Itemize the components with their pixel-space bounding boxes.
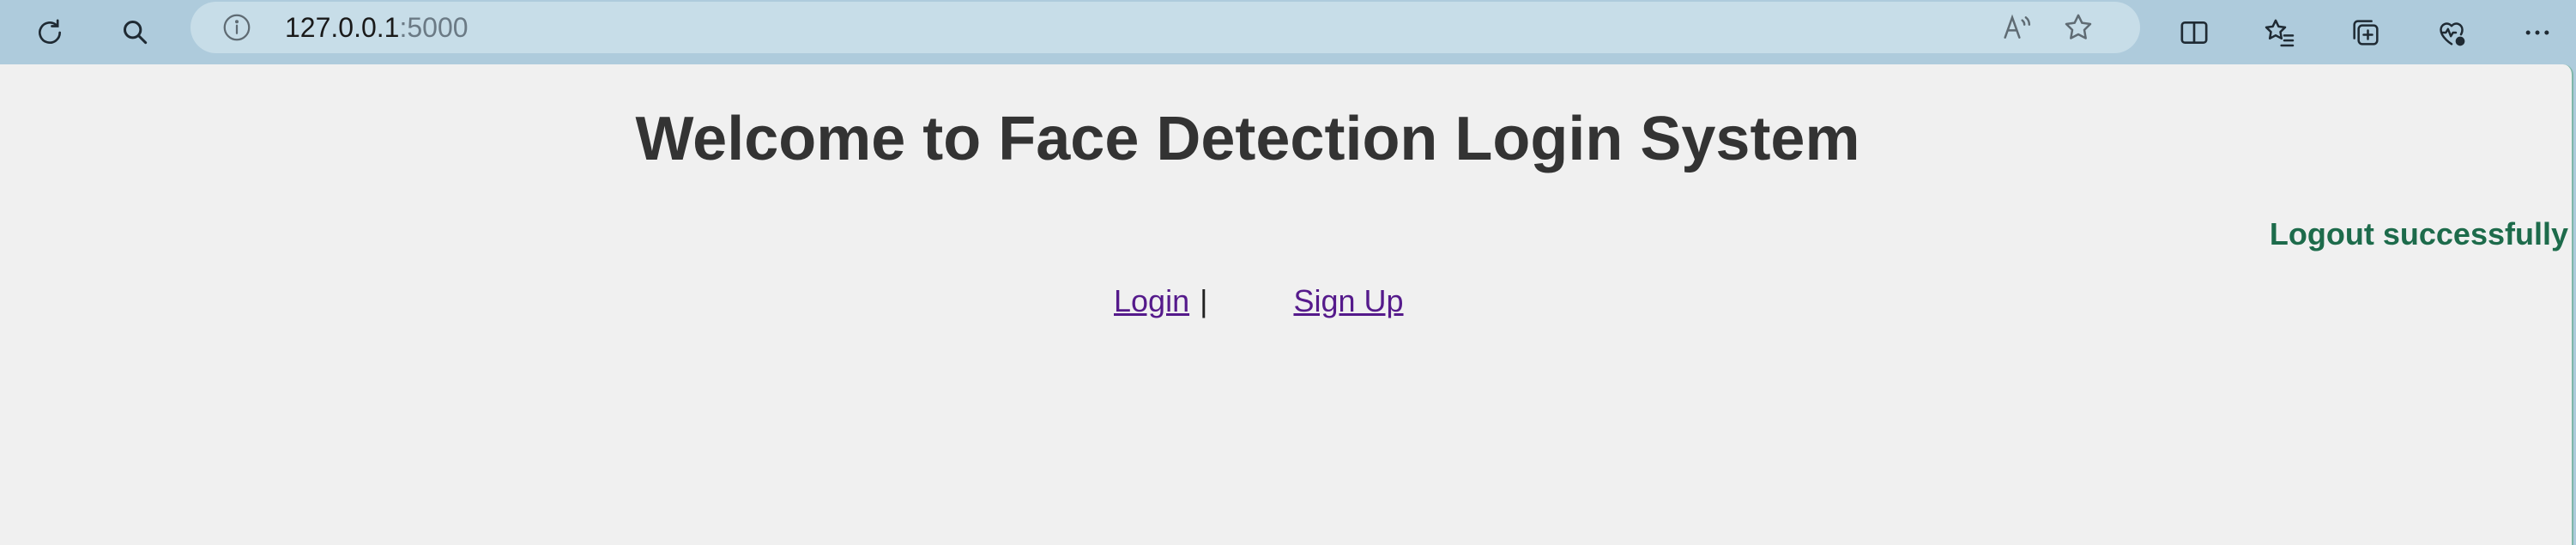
star-icon[interactable] [2061,10,2095,45]
heart-pulse-icon[interactable] [2424,5,2479,60]
url-text[interactable]: 127.0.0.1:5000 [285,10,469,45]
url-host: 127.0.0.1 [285,12,400,43]
signup-link[interactable]: Sign Up [1293,283,1403,318]
page-content: Welcome to Face Detection Login System L… [0,64,2573,545]
favorites-icon[interactable] [2252,5,2307,60]
split-screen-icon[interactable] [2167,5,2222,60]
login-link[interactable]: Login [1114,283,1189,318]
url-port: :5000 [399,12,469,43]
search-icon[interactable] [108,5,163,60]
more-icon[interactable] [2510,5,2565,60]
collections-icon[interactable] [2338,5,2393,60]
refresh-icon[interactable] [22,5,77,60]
address-bar[interactable]: 127.0.0.1:5000 [190,2,2140,53]
nav-separator: | [1200,283,1208,318]
page-title: Welcome to Face Detection Login System [635,105,1860,173]
read-aloud-icon[interactable] [1999,10,2034,45]
auth-nav: Login | Sign Up [1114,282,1404,320]
logout-flash-message: Logout successfully [2269,216,2568,251]
info-icon[interactable] [221,12,252,43]
browser-toolbar: 127.0.0.1:5000 [0,0,2576,64]
